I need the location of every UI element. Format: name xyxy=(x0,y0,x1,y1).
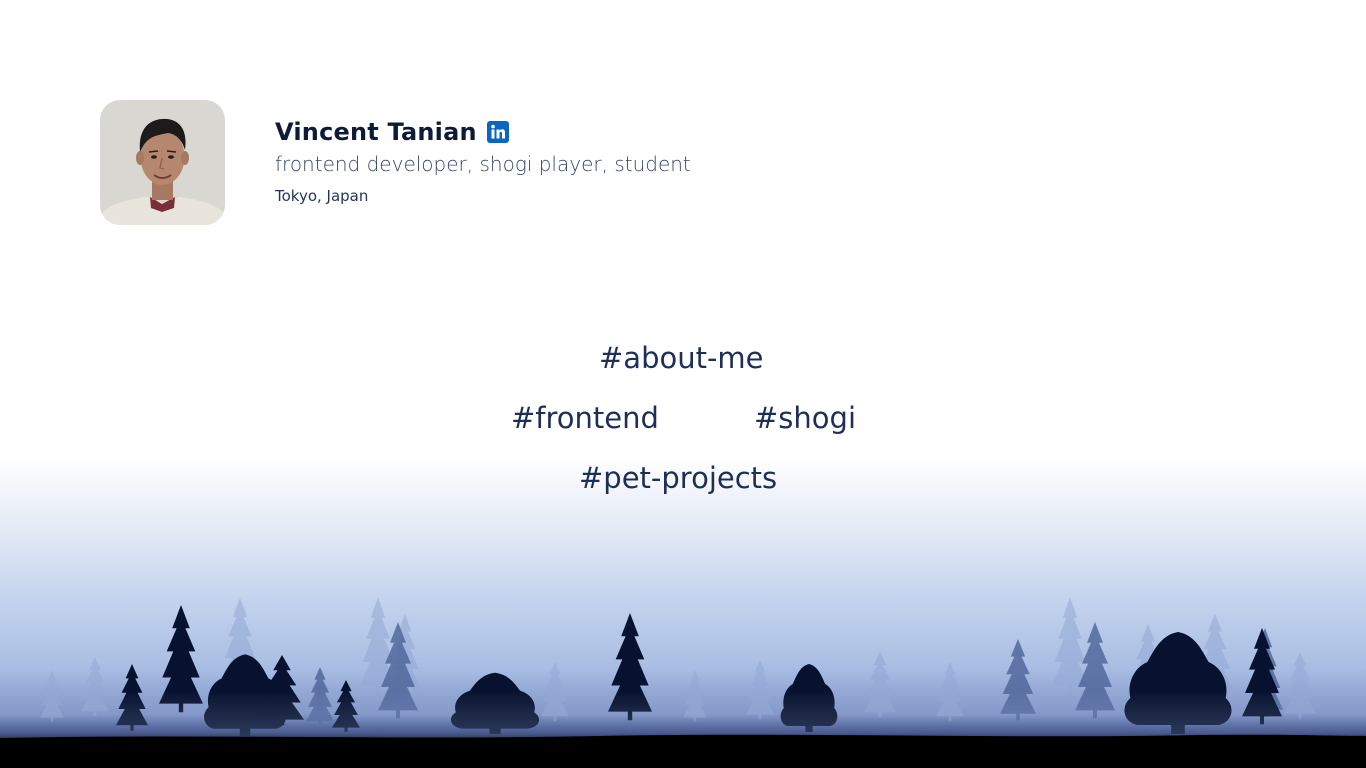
tag-shogi[interactable]: #shogi xyxy=(754,400,856,436)
tag-pet-projects[interactable]: #pet-projects xyxy=(579,460,777,496)
tag-about-me[interactable]: #about-me xyxy=(599,340,764,376)
tag-navigation: #about-me #frontend #shogi #pet-projects xyxy=(0,0,1366,768)
tag-frontend[interactable]: #frontend xyxy=(511,400,659,436)
page: Vincent Tanian frontend developer, shogi… xyxy=(0,0,1366,768)
